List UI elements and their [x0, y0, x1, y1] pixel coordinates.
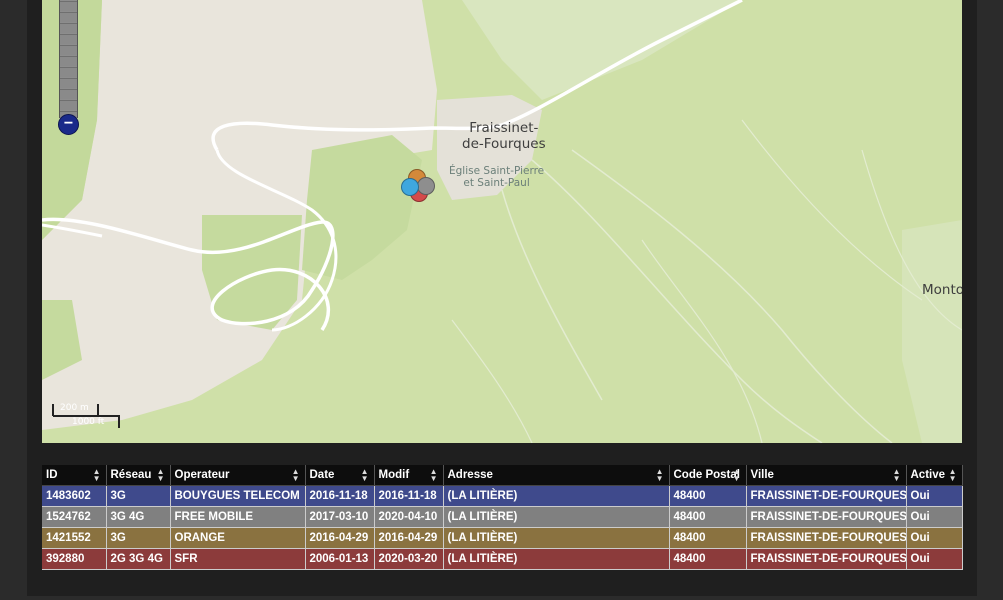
map-view[interactable]: − Fraissinet- de-Fourques Église Saint-P… [42, 0, 962, 443]
sort-icon[interactable]: ▲ ▼ [361, 468, 369, 483]
column-header-0[interactable]: ID ▲ ▼ [42, 465, 107, 486]
table-row[interactable]: 392880 2G 3G 4G SFR 2006-01-13 2020-03-20 (LA… [42, 548, 963, 570]
table-cell: FRAISSINET-DE-FOURQUES [746, 485, 907, 507]
table-cell: (LA LITIÈRE) [443, 527, 670, 549]
table-cell: FRAISSINET-DE-FOURQUES [746, 506, 907, 528]
scale-imperial-label: 1000 ft [72, 417, 105, 427]
table-cell: Oui [906, 548, 963, 570]
table-cell: 48400 [669, 548, 747, 570]
column-header-label: Code Postal [673, 469, 740, 481]
sort-icon[interactable]: ▲ ▼ [656, 468, 664, 483]
table-cell: 48400 [669, 485, 747, 507]
table-cell: 3G [106, 527, 171, 549]
table-cell: 2016-11-18 [305, 485, 375, 507]
church-label: Église Saint-Pierre et Saint-Paul [449, 165, 544, 189]
zoom-out-button[interactable]: − [58, 114, 79, 135]
town-label-line1: Fraissinet- [469, 120, 539, 136]
church-label-line1: Église Saint-Pierre [449, 165, 545, 177]
sort-icon[interactable]: ▲ ▼ [893, 468, 901, 483]
table-cell: 1483602 [42, 485, 107, 507]
table-cell: Oui [906, 485, 963, 507]
table-cell: 1524762 [42, 506, 107, 528]
table-cell: FRAISSINET-DE-FOURQUES [746, 527, 907, 549]
table-cell: Oui [906, 527, 963, 549]
column-header-3[interactable]: Date ▲ ▼ [305, 465, 375, 486]
column-header-label: Réseau [110, 469, 152, 481]
sort-icon[interactable]: ▲ ▼ [157, 468, 165, 483]
table-cell: 3G 4G [106, 506, 171, 528]
table-cell: 2G 3G 4G [106, 548, 171, 570]
column-header-label: Adresse [447, 469, 493, 481]
table-cell: 2006-01-13 [305, 548, 375, 570]
table-cell: 2020-03-20 [374, 548, 444, 570]
table-row[interactable]: 1421552 3G ORANGE 2016-04-29 2016-04-29 (LA L… [42, 527, 963, 549]
column-header-5[interactable]: Adresse ▲ ▼ [443, 465, 670, 486]
column-header-1[interactable]: Réseau ▲ ▼ [106, 465, 171, 486]
sort-icon[interactable]: ▲ ▼ [430, 468, 438, 483]
table-cell: FRAISSINET-DE-FOURQUES [746, 548, 907, 570]
column-header-7[interactable]: Ville ▲ ▼ [746, 465, 907, 486]
marker-free-mobile[interactable] [417, 177, 435, 195]
column-header-4[interactable]: Modif ▲ ▼ [374, 465, 444, 486]
table-cell: 2016-04-29 [305, 527, 375, 549]
column-header-label: Ville [750, 469, 774, 481]
column-header-8[interactable]: Active ▲ ▼ [906, 465, 963, 486]
table-cell: 2016-11-18 [374, 485, 444, 507]
town-label: Fraissinet- de-Fourques [462, 120, 546, 152]
table-cell: (LA LITIÈRE) [443, 485, 670, 507]
table-header-row: ID ▲ ▼ Réseau ▲ ▼ Operateur ▲ ▼ Date ▲ ▼ Modif ▲ ▼ Adre… [42, 465, 963, 486]
sort-icon[interactable]: ▲ ▼ [949, 468, 957, 483]
zoom-slider[interactable] [59, 0, 78, 118]
table-cell: 392880 [42, 548, 107, 570]
column-header-label: Active [910, 469, 946, 481]
sort-icon[interactable]: ▲ ▼ [93, 468, 101, 483]
table-cell: Oui [906, 506, 963, 528]
table-cell: 2016-04-29 [374, 527, 444, 549]
table-cell: 48400 [669, 527, 747, 549]
edge-town-label: Monto [922, 282, 962, 298]
table-cell: 48400 [669, 506, 747, 528]
table-body: 1483602 3G BOUYGUES TELECOM 2016-11-18 2016-… [42, 485, 963, 570]
town-label-line2: de-Fourques [462, 136, 546, 152]
column-header-2[interactable]: Operateur ▲ ▼ [170, 465, 306, 486]
table-cell: 2017-03-10 [305, 506, 375, 528]
column-header-label: ID [46, 469, 58, 481]
map-tiles [42, 0, 962, 443]
table-cell: FREE MOBILE [170, 506, 306, 528]
table-cell: (LA LITIÈRE) [443, 548, 670, 570]
column-header-label: Date [309, 469, 335, 481]
sort-icon[interactable]: ▲ ▼ [733, 468, 741, 483]
column-header-label: Modif [378, 469, 410, 481]
table-cell: 2020-04-10 [374, 506, 444, 528]
scale-bar: 200 m 1000 ft [52, 400, 122, 430]
table-cell: ORANGE [170, 527, 306, 549]
table-cell: SFR [170, 548, 306, 570]
table-cell: (LA LITIÈRE) [443, 506, 670, 528]
church-label-line2: et Saint-Paul [463, 177, 530, 189]
antenna-table: ID ▲ ▼ Réseau ▲ ▼ Operateur ▲ ▼ Date ▲ ▼ Modif ▲ ▼ Adre… [42, 465, 963, 570]
table-cell: 3G [106, 485, 171, 507]
table-cell: 1421552 [42, 527, 107, 549]
column-header-label: Operateur [174, 469, 230, 481]
table-row[interactable]: 1524762 3G 4G FREE MOBILE 2017-03-10 2020-04… [42, 506, 963, 528]
scale-metric-label: 200 m [60, 403, 89, 413]
marker-bouygues[interactable] [401, 178, 419, 196]
table-cell: BOUYGUES TELECOM [170, 485, 306, 507]
sort-icon[interactable]: ▲ ▼ [292, 468, 300, 483]
column-header-6[interactable]: Code Postal ▲ ▼ [669, 465, 747, 486]
table-row[interactable]: 1483602 3G BOUYGUES TELECOM 2016-11-18 2016-… [42, 485, 963, 507]
